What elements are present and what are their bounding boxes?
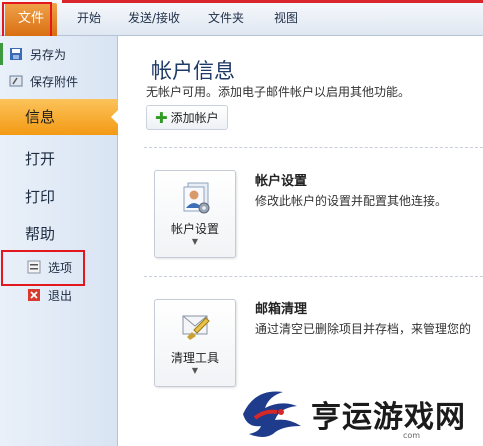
watermark-text: 亨运游戏网 bbox=[311, 400, 466, 435]
cleanup-title: 邮箱清理 bbox=[255, 302, 308, 317]
nav-save-attachments-label: 保存附件 bbox=[30, 74, 79, 89]
nav-print[interactable]: 打印 bbox=[25, 186, 55, 207]
page-subtitle: 无帐户可用。添加电子邮件帐户以启用其他功能。 bbox=[146, 85, 411, 99]
plus-icon: ✚ bbox=[155, 108, 168, 127]
save-as-icon bbox=[8, 46, 24, 62]
backstage-nav: 另存为 保存附件 信息 打开 打印 帮助 选项 退出 bbox=[0, 36, 119, 446]
nav-accent-edge bbox=[0, 43, 3, 65]
watermark: 亨运游戏网 com bbox=[233, 382, 483, 446]
tab-file[interactable]: 文件 bbox=[5, 3, 57, 36]
watermark-url: com bbox=[403, 431, 421, 440]
options-icon bbox=[26, 259, 42, 275]
page-title: 帐户信息 bbox=[151, 59, 235, 83]
chevron-down-icon: ▼ bbox=[191, 366, 199, 375]
account-settings-button-label: 帐户设置 bbox=[170, 222, 219, 236]
nav-info[interactable]: 信息 bbox=[0, 99, 119, 135]
cleanup-tools-button[interactable]: 清理工具 ▼ bbox=[154, 299, 236, 387]
tab-send-receive[interactable]: 发送/接收 bbox=[128, 9, 180, 26]
chevron-down-icon: ▼ bbox=[191, 237, 199, 246]
nav-exit[interactable]: 退出 bbox=[26, 284, 72, 306]
add-account-label: 添加帐户 bbox=[170, 111, 219, 125]
tab-home[interactable]: 开始 bbox=[77, 9, 101, 26]
nav-help[interactable]: 帮助 bbox=[25, 223, 55, 244]
watermark-logo-icon bbox=[243, 391, 301, 437]
account-settings-title: 帐户设置 bbox=[255, 174, 308, 189]
add-account-button[interactable]: ✚ 添加帐户 bbox=[146, 105, 228, 130]
divider bbox=[144, 147, 483, 148]
exit-icon bbox=[26, 287, 42, 303]
cleanup-tools-button-label: 清理工具 bbox=[170, 351, 219, 365]
cleanup-description: 通过清空已删除项目并存档，来管理您的 bbox=[255, 322, 472, 336]
tab-folder[interactable]: 文件夹 bbox=[208, 9, 244, 26]
ribbon-tab-bar: 文件 开始 发送/接收 文件夹 视图 bbox=[0, 0, 483, 36]
nav-save-attachments[interactable]: 保存附件 bbox=[8, 70, 78, 92]
attachment-icon bbox=[8, 73, 24, 89]
tab-view[interactable]: 视图 bbox=[274, 9, 298, 26]
cleanup-tools-icon bbox=[182, 315, 210, 340]
account-settings-description: 修改此帐户的设置并配置其他连接。 bbox=[255, 194, 448, 208]
nav-options-label: 选项 bbox=[48, 260, 73, 275]
nav-exit-label: 退出 bbox=[48, 288, 73, 303]
nav-save-as-label: 另存为 bbox=[30, 47, 67, 62]
account-settings-button[interactable]: 帐户设置 ▼ bbox=[154, 170, 236, 258]
ribbon-accent-line bbox=[62, 0, 483, 3]
nav-options[interactable]: 选项 bbox=[26, 256, 72, 278]
divider bbox=[144, 276, 483, 277]
account-settings-icon bbox=[183, 182, 210, 214]
nav-save-as[interactable]: 另存为 bbox=[8, 43, 66, 65]
nav-open[interactable]: 打开 bbox=[25, 148, 55, 169]
